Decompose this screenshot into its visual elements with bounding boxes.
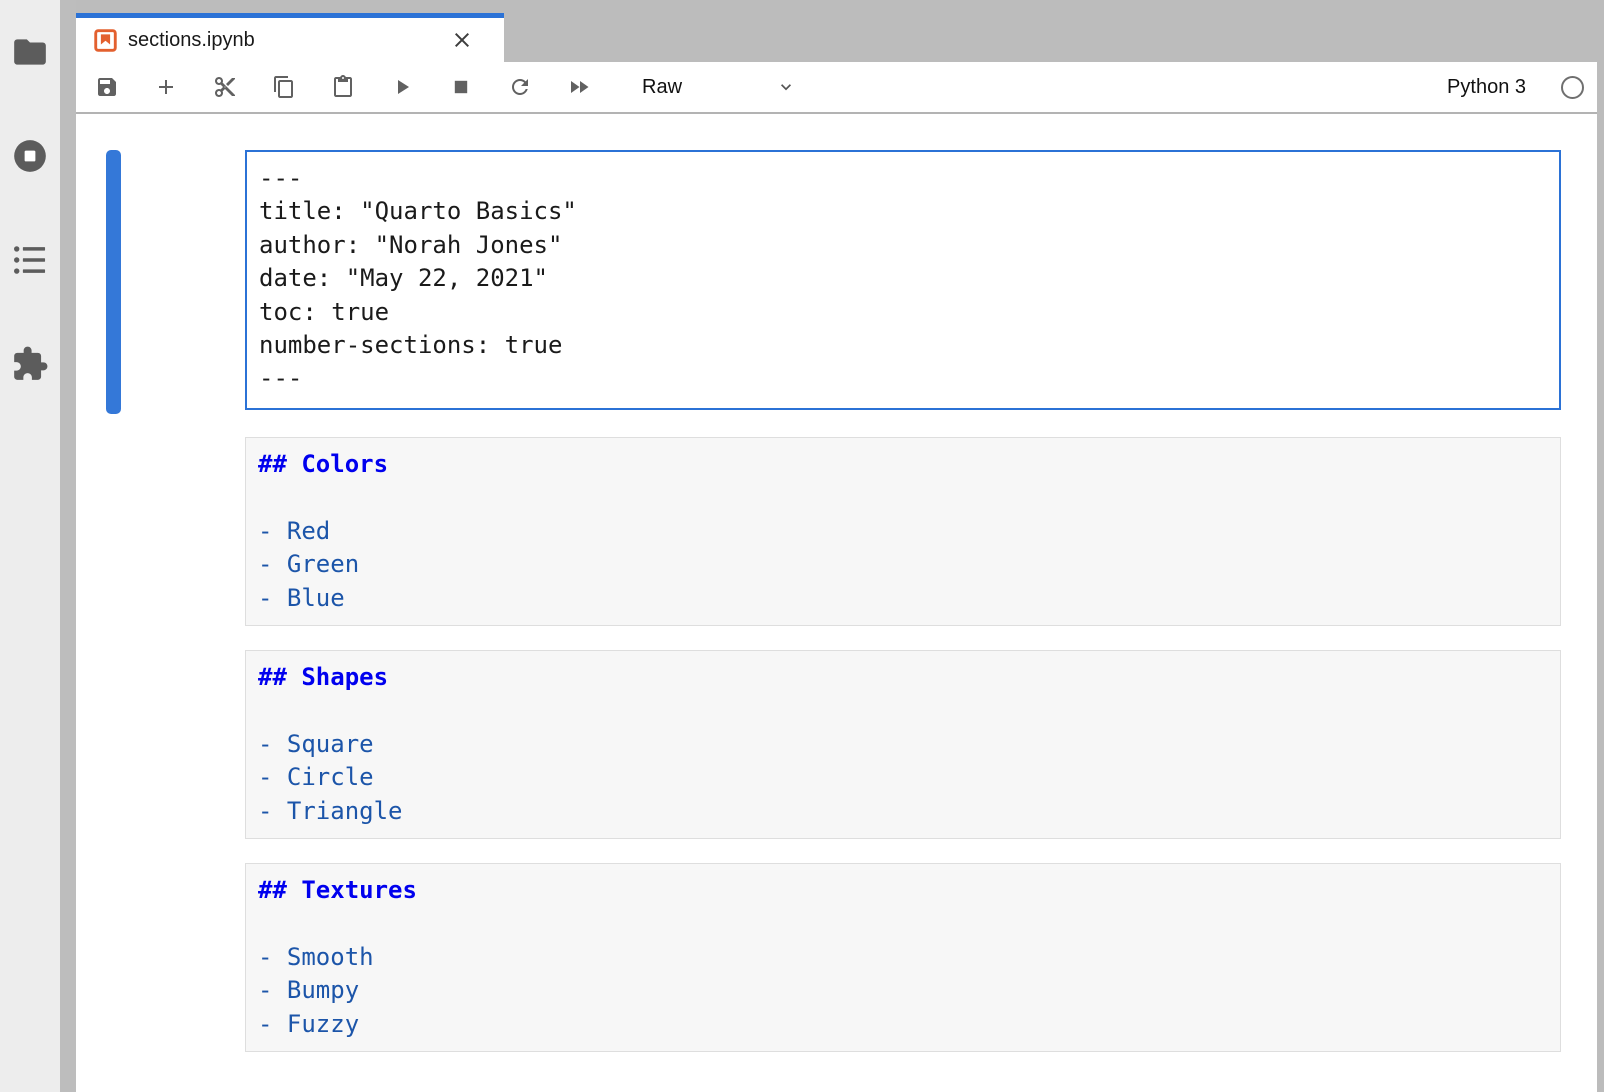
main-panel: sections.ipynb Raw Python 3: [76, 0, 1597, 1092]
notebook-toolbar: Raw Python 3: [76, 62, 1597, 114]
tab-title: sections.ipynb: [128, 29, 450, 52]
cell-line: author: "Norah Jones": [259, 229, 1547, 262]
active-cell-collapser[interactable]: [106, 150, 121, 414]
cell-editor[interactable]: ## Textures - Smooth- Bumpy- Fuzzy: [245, 863, 1561, 1052]
restart-icon: [508, 75, 532, 99]
close-icon[interactable]: [450, 28, 474, 52]
cell-line: - Green: [258, 548, 1548, 581]
cell-line: [258, 907, 1548, 940]
puzzle-icon: [11, 345, 49, 383]
cell-line: ## Shapes: [258, 661, 1548, 694]
save-icon: [95, 75, 119, 99]
cell-line: ---: [259, 162, 1547, 195]
cell-line: [258, 694, 1548, 727]
cell-editor[interactable]: ## Colors - Red- Green- Blue: [245, 437, 1561, 626]
cell-line: - Blue: [258, 582, 1548, 615]
cell-line: date: "May 22, 2021": [259, 262, 1547, 295]
play-icon: [390, 75, 414, 99]
cell-line: - Square: [258, 728, 1548, 761]
tab-bar: sections.ipynb: [76, 0, 1597, 62]
sidebar-item-table-of-contents[interactable]: [11, 241, 49, 279]
kernel-idle-circle-icon[interactable]: [1561, 76, 1584, 99]
toolbar-button-cut-cells[interactable]: [213, 75, 237, 99]
toolbar-button-paste-cells[interactable]: [331, 75, 355, 99]
toolbar-button-copy-cells[interactable]: [272, 75, 296, 99]
paste-icon: [331, 75, 355, 99]
toolbar-button-insert-cell-below[interactable]: [154, 75, 178, 99]
sidebar-item-file-browser[interactable]: [11, 33, 49, 71]
plus-icon: [154, 75, 178, 99]
toolbar-button-save[interactable]: [95, 75, 119, 99]
folder-icon: [11, 33, 49, 71]
cell-line: toc: true: [259, 296, 1547, 329]
cell-line: number-sections: true: [259, 329, 1547, 362]
cell-line: - Circle: [258, 761, 1548, 794]
window-right-edge: [1597, 0, 1604, 1092]
cell-line: - Triangle: [258, 795, 1548, 828]
activity-sidebar: [0, 0, 60, 1092]
cell-line: [258, 481, 1548, 514]
copy-icon: [272, 75, 296, 99]
cell-list: ---title: "Quarto Basics"author: "Norah …: [245, 114, 1561, 1052]
notebook-area: ---title: "Quarto Basics"author: "Norah …: [76, 114, 1597, 1092]
cell-line: ## Colors: [258, 448, 1548, 481]
cell-type-value: Raw: [642, 76, 682, 99]
cell-line: ---: [259, 362, 1547, 395]
cell-line: - Smooth: [258, 941, 1548, 974]
toolbar-button-interrupt-kernel[interactable]: [449, 75, 473, 99]
notebook-icon: [94, 29, 117, 52]
cell-line: - Red: [258, 515, 1548, 548]
cell-line: ## Textures: [258, 874, 1548, 907]
toolbar-button-restart-kernel[interactable]: [508, 75, 532, 99]
cell-line: title: "Quarto Basics": [259, 195, 1547, 228]
kernel-name-label: Python 3: [1447, 76, 1526, 99]
sidebar-divider: [60, 0, 76, 1092]
sidebar-item-running-sessions[interactable]: [11, 137, 49, 175]
stop-icon: [449, 75, 473, 99]
tab-sections-ipynb[interactable]: sections.ipynb: [76, 13, 504, 62]
cell-type-dropdown[interactable]: Raw: [626, 76, 796, 99]
list-icon: [11, 241, 49, 279]
cell-line: - Fuzzy: [258, 1008, 1548, 1041]
active-cell-editor[interactable]: ---title: "Quarto Basics"author: "Norah …: [245, 150, 1561, 410]
jupyterlab-window: sections.ipynb Raw Python 3: [0, 0, 1604, 1092]
cell-editor[interactable]: ## Shapes - Square- Circle- Triangle: [245, 650, 1561, 839]
toolbar-button-run-cell[interactable]: [390, 75, 414, 99]
cell-line: - Bumpy: [258, 974, 1548, 1007]
scissors-icon: [213, 75, 237, 99]
chevron-down-icon: [776, 77, 796, 97]
stop-circle-icon: [11, 137, 49, 175]
sidebar-item-extensions[interactable]: [11, 345, 49, 383]
fast-forward-icon: [567, 75, 591, 99]
toolbar-button-restart-and-run-all[interactable]: [567, 75, 591, 99]
